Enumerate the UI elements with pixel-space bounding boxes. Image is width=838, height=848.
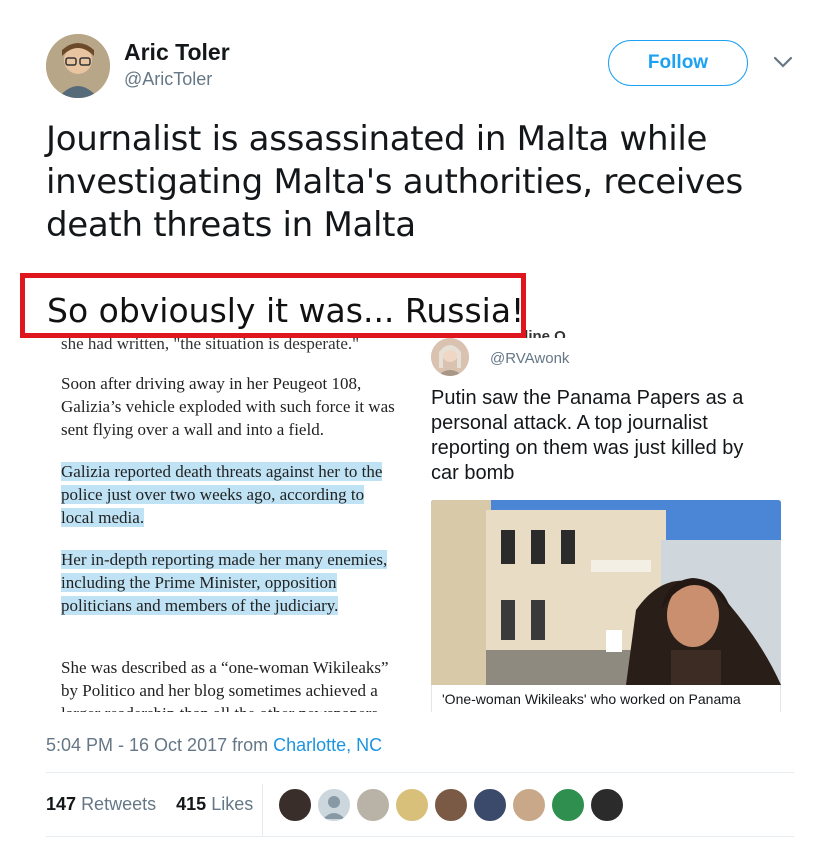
news-photo xyxy=(431,500,781,685)
retweets-label: Retweets xyxy=(81,794,157,814)
divider xyxy=(46,772,794,773)
tweet-line: investigating Malta's authorities, recei… xyxy=(46,162,743,202)
liker-avatar[interactable] xyxy=(551,788,585,822)
article-paragraph-highlighted: Galizia reported death threats against h… xyxy=(61,460,401,529)
divider xyxy=(46,836,794,837)
author-name[interactable]: Aric Toler xyxy=(124,39,230,66)
embedded-avatar xyxy=(431,338,469,376)
liker-avatar[interactable] xyxy=(512,788,546,822)
article-paragraph: She was described as a “one-woman Wikile… xyxy=(61,658,389,712)
chevron-down-icon[interactable] xyxy=(772,54,794,70)
stats-divider xyxy=(262,784,263,836)
retweets-stat[interactable]: 147 Retweets xyxy=(46,794,156,814)
follow-button[interactable]: Follow xyxy=(608,40,748,86)
tweet-media[interactable]: she had written, "the situation is despe… xyxy=(46,300,794,712)
tweet-stats: 147 Retweets 415 Likes xyxy=(46,794,253,815)
tweet-line: Journalist is assassinated in Malta whil… xyxy=(46,119,708,159)
article-paragraph: Soon after driving away in her Peugeot 1… xyxy=(61,374,395,439)
author-handle[interactable]: @AricToler xyxy=(124,69,212,90)
timestamp-text[interactable]: 5:04 PM - 16 Oct 2017 from xyxy=(46,735,273,755)
liker-avatar[interactable] xyxy=(317,788,351,822)
liker-avatar[interactable] xyxy=(356,788,390,822)
retweets-count: 147 xyxy=(46,794,77,814)
article-excerpt: she had written, "the situation is despe… xyxy=(46,300,406,712)
embedded-tweet-text: Putin saw the Panama Papers as a persona… xyxy=(431,387,744,484)
overlay-caption-box: So obviously it was... Russia! xyxy=(20,273,526,338)
embedded-tweet-card: Caroline O. @RVAwonk Putin saw the Panam… xyxy=(416,300,794,712)
tweet-text: Journalist is assassinated in Malta whil… xyxy=(46,118,786,247)
location-link[interactable]: Charlotte, NC xyxy=(273,735,382,755)
author-avatar[interactable] xyxy=(46,34,110,98)
likes-stat[interactable]: 415 Likes xyxy=(176,794,253,814)
liker-avatar[interactable] xyxy=(395,788,429,822)
likes-count: 415 xyxy=(176,794,207,814)
likes-label: Likes xyxy=(211,794,254,814)
highlight-text: Galizia reported death threats against h… xyxy=(61,462,383,527)
tweet-timestamp: 5:04 PM - 16 Oct 2017 from Charlotte, NC xyxy=(46,735,382,756)
liker-avatar[interactable] xyxy=(278,788,312,822)
overlay-caption: So obviously it was... Russia! xyxy=(47,291,525,330)
liker-avatar[interactable] xyxy=(473,788,507,822)
embedded-handle: @RVAwonk xyxy=(490,350,570,367)
liker-avatar[interactable] xyxy=(434,788,468,822)
liker-avatar[interactable] xyxy=(590,788,624,822)
link-card-caption: 'One-woman Wikileaks' who worked on Pana… xyxy=(431,685,781,712)
tweet-line: death threats in Malta xyxy=(46,205,416,245)
article-paragraph-highlighted: Her in-depth reporting made her many ene… xyxy=(61,548,401,617)
highlight-text: Her in-depth reporting made her many ene… xyxy=(61,550,388,615)
